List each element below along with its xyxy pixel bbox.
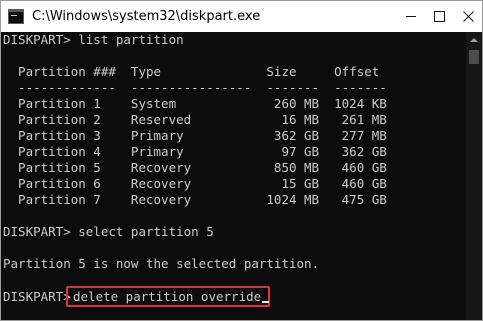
command-input[interactable]: delete partition override bbox=[73, 289, 270, 305]
scroll-up-button[interactable] bbox=[466, 32, 482, 48]
partition-table-header: Partition ### Type Size Offset bbox=[3, 64, 380, 79]
scrollbar-thumb[interactable] bbox=[469, 50, 479, 64]
close-icon bbox=[463, 11, 474, 22]
console-output[interactable]: DISKPART> list partition Partition ### T… bbox=[1, 32, 466, 320]
diskpart-console-window: C:\Windows\system32\diskpart.exe DISKPAR… bbox=[0, 0, 483, 321]
window-title: C:\Windows\system32\diskpart.exe bbox=[32, 9, 261, 24]
typed-command: delete partition override bbox=[73, 289, 262, 304]
partition-table-row: Partition 7 Recovery 1024 MB 475 GB bbox=[3, 192, 387, 207]
partition-table-row: Partition 1 System 260 MB 1024 KB bbox=[3, 96, 387, 111]
partition-table-row: Partition 2 Reserved 16 MB 261 MB bbox=[3, 112, 387, 127]
text-cursor bbox=[262, 301, 270, 303]
console-line: DISKPART> list partition bbox=[3, 32, 184, 47]
close-button[interactable] bbox=[454, 1, 482, 32]
console-line: DISKPART> select partition 5 bbox=[3, 224, 214, 239]
partition-table-row: Partition 3 Primary 362 GB 277 MB bbox=[3, 128, 387, 143]
console-app-icon[interactable] bbox=[8, 9, 24, 24]
partition-table-row: Partition 5 Recovery 850 MB 460 GB bbox=[3, 160, 387, 175]
status-message: Partition 5 is now the selected partitio… bbox=[3, 256, 320, 271]
partition-table-row: Partition 4 Primary 97 GB 362 GB bbox=[3, 144, 387, 159]
partition-table-row: Partition 6 Recovery 15 GB 460 GB bbox=[3, 176, 387, 191]
title-bar[interactable]: C:\Windows\system32\diskpart.exe bbox=[1, 1, 482, 32]
minimize-button[interactable] bbox=[397, 1, 425, 32]
vertical-scrollbar[interactable] bbox=[466, 32, 482, 320]
partition-table-separator: ------------- ---------------- ------- -… bbox=[3, 80, 387, 95]
command-prompt: DISKPART> bbox=[3, 289, 71, 304]
maximize-button[interactable] bbox=[425, 1, 453, 32]
